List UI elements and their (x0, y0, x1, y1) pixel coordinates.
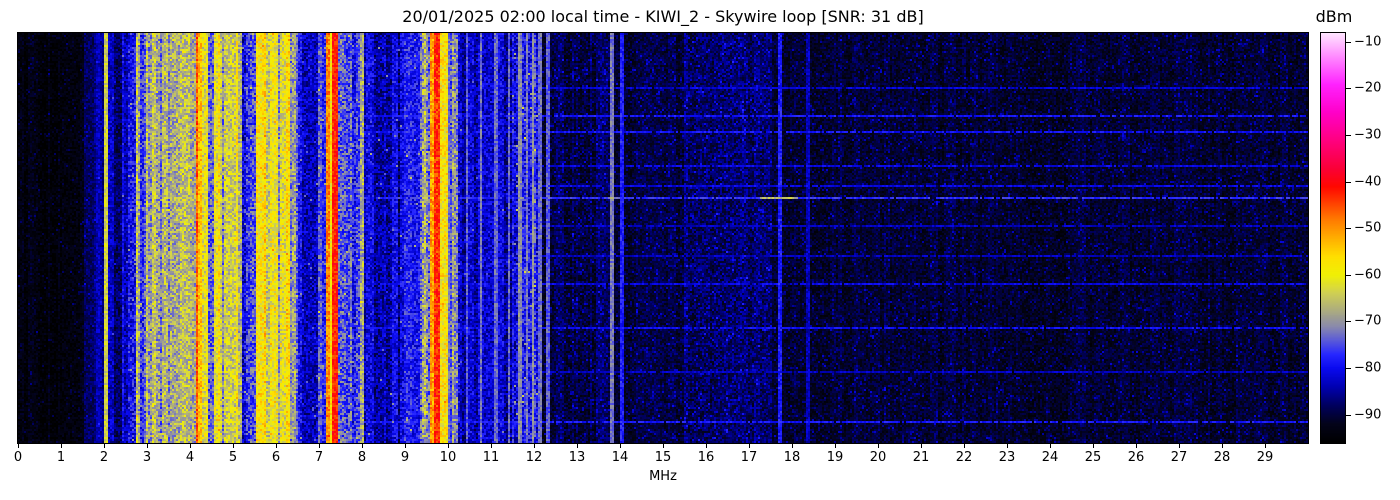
x-tick-mark (1265, 444, 1266, 448)
x-tick-mark (276, 444, 277, 448)
x-tick-label: 24 (1042, 450, 1059, 465)
colorbar-tick-label: −80 (1354, 360, 1381, 375)
x-tick-mark (749, 444, 750, 448)
colorbar-tick-label: −30 (1354, 128, 1381, 143)
x-tick-mark (878, 444, 879, 448)
x-tick-mark (1050, 444, 1051, 448)
x-tick-mark (448, 444, 449, 448)
x-tick-mark (362, 444, 363, 448)
colorbar-tick-label: −90 (1354, 407, 1381, 422)
x-tick-mark (663, 444, 664, 448)
x-tick-label: 13 (569, 450, 586, 465)
x-tick-mark (792, 444, 793, 448)
colorbar-tick-mark (1346, 228, 1351, 229)
x-tick-mark (1093, 444, 1094, 448)
x-tick-mark (104, 444, 105, 448)
colorbar (1320, 32, 1346, 444)
colorbar-tick-mark (1346, 275, 1351, 276)
x-tick-mark (491, 444, 492, 448)
x-tick-mark (319, 444, 320, 448)
x-tick-label: 0 (14, 450, 22, 465)
x-tick-label: 28 (1214, 450, 1231, 465)
x-tick-label: 3 (143, 450, 151, 465)
x-tick-mark (147, 444, 148, 448)
x-tick-mark (835, 444, 836, 448)
x-tick-label: 11 (483, 450, 500, 465)
colorbar-tick-mark (1346, 368, 1351, 369)
chart-title: 20/01/2025 02:00 local time - KIWI_2 - S… (18, 7, 1308, 26)
colorbar-tick-mark (1346, 88, 1351, 89)
x-tick-label: 5 (229, 450, 237, 465)
colorbar-tick-label: −10 (1354, 34, 1381, 49)
x-tick-mark (405, 444, 406, 448)
x-tick-mark (964, 444, 965, 448)
x-tick-mark (1222, 444, 1223, 448)
x-tick-label: 12 (526, 450, 543, 465)
x-tick-mark (190, 444, 191, 448)
x-tick-label: 10 (440, 450, 457, 465)
x-tick-label: 4 (186, 450, 194, 465)
x-tick-mark (1179, 444, 1180, 448)
colorbar-tick-mark (1346, 42, 1351, 43)
x-tick-label: 1 (57, 450, 65, 465)
x-tick-mark (706, 444, 707, 448)
x-tick-mark (577, 444, 578, 448)
colorbar-tick-label: −60 (1354, 267, 1381, 282)
x-tick-label: 18 (784, 450, 801, 465)
x-tick-label: 23 (999, 450, 1016, 465)
x-tick-label: 2 (100, 450, 108, 465)
colorbar-tick-label: −70 (1354, 314, 1381, 329)
x-tick-label: 17 (741, 450, 758, 465)
x-tick-mark (18, 444, 19, 448)
x-tick-label: 14 (612, 450, 629, 465)
x-tick-label: 20 (870, 450, 887, 465)
colorbar-tick-mark (1346, 415, 1351, 416)
x-tick-label: 29 (1257, 450, 1274, 465)
x-axis-label: MHz (18, 469, 1308, 484)
x-tick-mark (620, 444, 621, 448)
spectrogram-canvas (18, 33, 1308, 443)
x-tick-label: 9 (401, 450, 409, 465)
colorbar-tick-mark (1346, 182, 1351, 183)
x-tick-label: 27 (1171, 450, 1188, 465)
x-tick-mark (233, 444, 234, 448)
x-tick-label: 19 (827, 450, 844, 465)
x-tick-label: 15 (655, 450, 672, 465)
colorbar-canvas (1321, 33, 1345, 443)
x-tick-mark (534, 444, 535, 448)
x-tick-label: 21 (913, 450, 930, 465)
colorbar-tick-mark (1346, 321, 1351, 322)
spectrogram-plot (17, 32, 1309, 444)
colorbar-tick-mark (1346, 135, 1351, 136)
x-tick-label: 16 (698, 450, 715, 465)
colorbar-tick-label: −20 (1354, 81, 1381, 96)
x-tick-label: 6 (272, 450, 280, 465)
colorbar-tick-label: −40 (1354, 174, 1381, 189)
x-tick-label: 22 (956, 450, 973, 465)
x-tick-mark (921, 444, 922, 448)
x-tick-mark (1136, 444, 1137, 448)
spectrogram-figure: 20/01/2025 02:00 local time - KIWI_2 - S… (0, 0, 1400, 500)
x-tick-mark (1007, 444, 1008, 448)
x-tick-label: 25 (1085, 450, 1102, 465)
x-tick-label: 7 (315, 450, 323, 465)
x-tick-label: 8 (358, 450, 366, 465)
colorbar-tick-label: −50 (1354, 221, 1381, 236)
x-tick-label: 26 (1128, 450, 1145, 465)
colorbar-label: dBm (1306, 7, 1362, 26)
x-tick-mark (61, 444, 62, 448)
